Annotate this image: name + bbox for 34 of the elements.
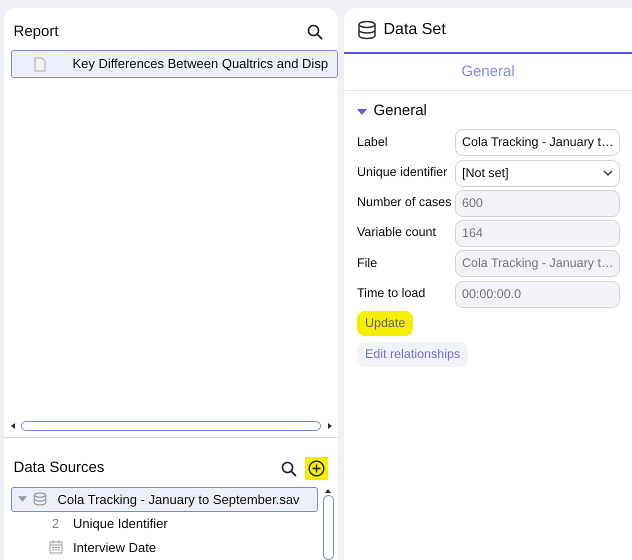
section-title: General (374, 101, 427, 122)
tree-item[interactable]: 2 Unique Identifier (10, 512, 318, 536)
field-label: Time to load (357, 284, 426, 302)
vertical-scrollbar[interactable] (322, 494, 334, 560)
field-label: Number of cases (357, 194, 452, 211)
field-label: Unique identifier (357, 164, 448, 181)
panel-title: Data Set (384, 20, 446, 40)
search-icon[interactable] (305, 22, 325, 42)
action-button[interactable]: Update (357, 310, 414, 336)
database-icon (357, 20, 377, 40)
dropdown-field[interactable]: [Not set] (455, 160, 620, 186)
search-icon[interactable] (278, 458, 299, 478)
calendar-icon (48, 540, 62, 554)
document-icon (34, 56, 46, 72)
panel-title: Report (12, 22, 59, 42)
chevron-down-icon (603, 170, 613, 176)
tree-item[interactable]: Cola Tracking - January to September.sav (10, 486, 318, 512)
database-icon (33, 492, 47, 506)
numeric-type-icon: 2 (48, 514, 62, 534)
collapse-icon[interactable] (357, 108, 367, 116)
scroll-left-icon[interactable] (10, 422, 14, 428)
field-label: Label (357, 134, 389, 150)
scroll-up-icon[interactable] (325, 488, 331, 492)
horizontal-scrollbar[interactable] (21, 420, 321, 430)
tree-item[interactable]: Interview Date (10, 536, 318, 559)
action-button[interactable]: Edit relationships (357, 342, 468, 367)
field-label: File (357, 254, 378, 272)
scroll-right-icon[interactable] (328, 422, 332, 428)
input-field[interactable]: Cola Tracking - January t… (455, 129, 620, 156)
tab[interactable]: General (344, 52, 632, 90)
field-label: Variable count (357, 224, 437, 242)
report-item[interactable]: Key Differences Between Qualtrics and Disp (10, 50, 338, 78)
panel-title: Data Sources (12, 458, 104, 478)
add-icon[interactable] (305, 457, 328, 480)
